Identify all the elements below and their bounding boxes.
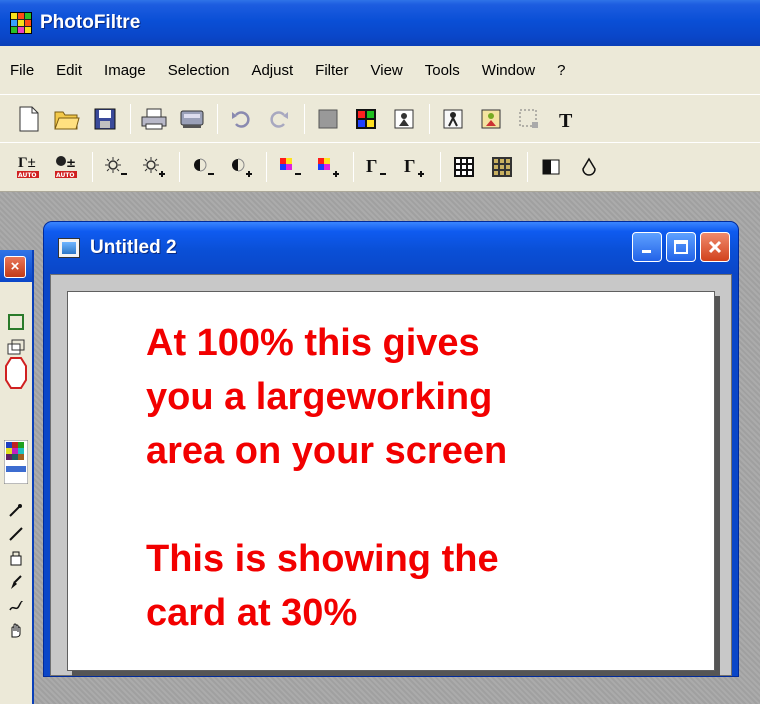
- canvas-line-gap: [146, 478, 706, 532]
- color-palette-icon[interactable]: [351, 104, 381, 134]
- fill-bucket-icon[interactable]: [4, 546, 28, 570]
- toolbar-separator: [440, 152, 441, 182]
- app-title: PhotoFiltre: [40, 12, 141, 33]
- grid-icon[interactable]: [449, 152, 479, 182]
- palette-close-button[interactable]: ×: [4, 256, 26, 278]
- menu-filter[interactable]: Filter: [315, 62, 348, 79]
- undo-icon[interactable]: [226, 104, 256, 134]
- document-window[interactable]: Untitled 2 At 100% this gives you a larg…: [44, 222, 738, 676]
- menu-window[interactable]: Window: [482, 62, 535, 79]
- gray-square-icon[interactable]: [313, 104, 343, 134]
- menu-view[interactable]: View: [371, 62, 403, 79]
- new-file-icon[interactable]: [14, 104, 44, 134]
- canvas-line: card at 30%: [146, 592, 358, 634]
- toolbar-separator: [179, 152, 180, 182]
- svg-text:AUTO: AUTO: [18, 172, 37, 179]
- canvas-line: you a largeworking: [146, 376, 493, 418]
- scan-icon[interactable]: [177, 104, 207, 134]
- svg-text:±: ±: [66, 156, 76, 170]
- svg-text:AUTO: AUTO: [56, 172, 75, 179]
- svg-text:Γ: Γ: [366, 156, 377, 176]
- image-icon[interactable]: [389, 104, 419, 134]
- tool-palette: ×: [0, 250, 34, 704]
- saturation-minus-icon[interactable]: [275, 152, 305, 182]
- line-tool-icon[interactable]: [4, 522, 28, 546]
- half-square-icon[interactable]: [536, 152, 566, 182]
- menubar: File Edit Image Selection Adjust Filter …: [0, 46, 760, 94]
- window-controls: [632, 232, 730, 262]
- document-titlebar[interactable]: Untitled 2: [44, 222, 738, 274]
- maximize-button[interactable]: [666, 232, 696, 262]
- brightness-minus-icon[interactable]: [101, 152, 131, 182]
- svg-text:Γ: Γ: [404, 156, 415, 176]
- toolbar-separator: [130, 103, 131, 134]
- menu-adjust[interactable]: Adjust: [251, 62, 293, 79]
- app-titlebar: PhotoFiltre: [0, 0, 760, 46]
- print-icon[interactable]: [139, 104, 169, 134]
- open-folder-icon[interactable]: [52, 104, 82, 134]
- selection-tool-icon[interactable]: [4, 310, 28, 334]
- auto-levels-icon[interactable]: Γ± AUTO: [14, 152, 44, 182]
- toolbar-separator: [527, 152, 528, 182]
- close-button[interactable]: [700, 232, 730, 262]
- gamma-minus-icon[interactable]: Γ: [362, 152, 392, 182]
- toolbar-separator: [266, 152, 267, 182]
- redo-icon[interactable]: [264, 104, 294, 134]
- gamma-plus-icon[interactable]: Γ: [400, 152, 430, 182]
- auto-contrast-icon[interactable]: ± AUTO: [52, 152, 82, 182]
- document-title: Untitled 2: [90, 237, 177, 258]
- canvas-line: At 100% this gives: [146, 322, 480, 364]
- menu-edit[interactable]: Edit: [56, 62, 82, 79]
- pipette-icon[interactable]: [4, 498, 28, 522]
- canvas-line: area on your screen: [146, 430, 508, 472]
- hand-tool-icon[interactable]: [4, 618, 28, 642]
- framed-figure-icon[interactable]: [476, 104, 506, 134]
- document-image-icon: [58, 238, 80, 258]
- main-toolbar: T: [0, 94, 760, 142]
- menu-image[interactable]: Image: [104, 62, 146, 79]
- brightness-plus-icon[interactable]: [139, 152, 169, 182]
- menu-tools[interactable]: Tools: [425, 62, 460, 79]
- minimize-button[interactable]: [632, 232, 662, 262]
- menu-file[interactable]: File: [10, 62, 34, 79]
- saturation-plus-icon[interactable]: [313, 152, 343, 182]
- photofiltre-logo-icon: [10, 12, 32, 34]
- tool-palette-titlebar: ×: [0, 250, 32, 282]
- text-icon[interactable]: T: [552, 104, 582, 134]
- toolbar-separator: [304, 103, 305, 134]
- drop-icon[interactable]: [574, 152, 604, 182]
- menu-selection[interactable]: Selection: [168, 62, 230, 79]
- canvas-text: At 100% this gives you a largeworking ar…: [146, 316, 706, 640]
- contrast-minus-icon[interactable]: [188, 152, 218, 182]
- document-client-area: At 100% this gives you a largeworking ar…: [50, 274, 732, 676]
- save-icon[interactable]: [90, 104, 120, 134]
- brush-icon[interactable]: [4, 570, 28, 594]
- image-canvas[interactable]: At 100% this gives you a largeworking ar…: [67, 291, 715, 671]
- select-icon[interactable]: [514, 104, 544, 134]
- toolbar-separator: [92, 152, 93, 182]
- figure-icon[interactable]: [438, 104, 468, 134]
- toolbar-separator: [429, 103, 430, 134]
- toolbar-separator: [217, 103, 218, 134]
- canvas-line: This is showing the: [146, 538, 499, 580]
- grid-color-icon[interactable]: [487, 152, 517, 182]
- contrast-plus-icon[interactable]: [226, 152, 256, 182]
- svg-text:Γ±: Γ±: [18, 155, 36, 171]
- smudge-icon[interactable]: [4, 594, 28, 618]
- color-swatch-icon[interactable]: [4, 438, 28, 486]
- toolbar-separator: [353, 152, 354, 182]
- stop-shape-icon[interactable]: [4, 357, 28, 389]
- menu-help[interactable]: ?: [557, 62, 565, 79]
- svg-text:T: T: [559, 110, 573, 130]
- adjust-toolbar: Γ± AUTO ± AUTO Γ Γ: [0, 142, 760, 192]
